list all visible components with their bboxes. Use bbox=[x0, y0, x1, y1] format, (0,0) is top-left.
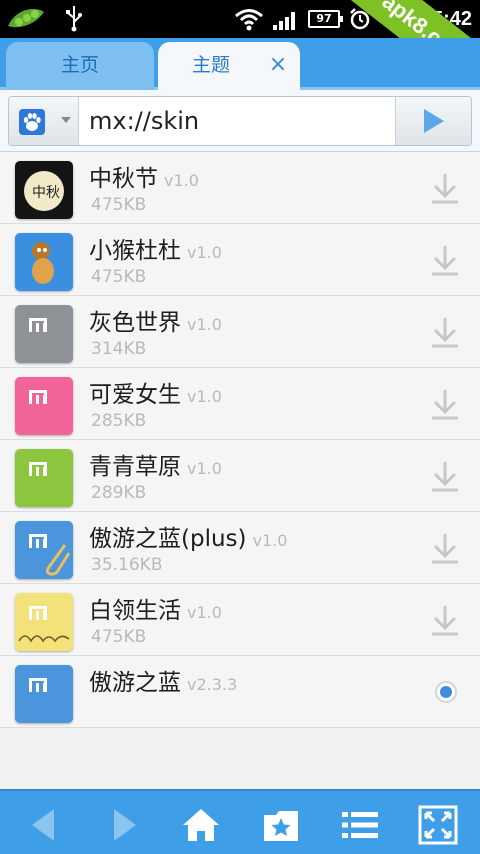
skin-version: v1.0 bbox=[187, 603, 222, 622]
maxthon-logo-icon bbox=[29, 606, 47, 620]
battery-icon: 97 bbox=[307, 10, 343, 28]
svg-text:中秋: 中秋 bbox=[32, 185, 60, 201]
list-item[interactable]: 可爱女生 v1.0 285KB bbox=[0, 368, 480, 440]
skin-thumbnail-yellow bbox=[15, 593, 73, 651]
skin-name: 白领生活 bbox=[89, 598, 181, 624]
list-item[interactable]: 傲游之蓝(plus) v1.0 35.16KB bbox=[0, 512, 480, 584]
wifi-icon bbox=[235, 9, 263, 31]
pea-icon bbox=[8, 8, 44, 28]
skin-version: v1.0 bbox=[187, 315, 222, 334]
home-icon[interactable] bbox=[181, 805, 221, 845]
skin-name: 傲游之蓝(plus) bbox=[89, 526, 247, 552]
skin-version: v1.0 bbox=[187, 387, 222, 406]
forward-icon[interactable] bbox=[104, 805, 144, 845]
skin-name: 中秋节 bbox=[89, 166, 158, 192]
address-bar: mx://skin bbox=[0, 90, 480, 152]
skin-thumbnail-blue bbox=[15, 665, 73, 723]
close-tab-icon[interactable]: × bbox=[266, 42, 290, 88]
skin-thumbnail-blue-plus bbox=[15, 521, 73, 579]
skin-size: 475KB bbox=[91, 195, 147, 215]
skin-name: 小猴杜杜 bbox=[89, 238, 181, 264]
skin-version: v1.0 bbox=[187, 243, 222, 262]
maxthon-logo-icon bbox=[29, 678, 47, 692]
bottom-toolbar bbox=[0, 789, 480, 854]
maxthon-logo-icon bbox=[29, 462, 47, 476]
tab-theme[interactable]: 主题 × bbox=[158, 42, 300, 90]
list-item[interactable]: 小猴杜杜 v1.0 475KB bbox=[0, 224, 480, 296]
skin-list: 中秋 中秋节 v1.0 475KB 小猴杜杜 v1.0 475KB 灰色世界 v1.0… bbox=[0, 152, 480, 728]
chevron-down-icon bbox=[61, 117, 71, 123]
download-icon[interactable] bbox=[430, 604, 460, 640]
list-item[interactable]: 青青草原 v1.0 289KB bbox=[0, 440, 480, 512]
list-item[interactable]: 灰色世界 v1.0 314KB bbox=[0, 296, 480, 368]
signal-icon bbox=[272, 12, 295, 30]
skin-size: 475KB bbox=[91, 267, 147, 287]
skin-thumbnail-gray bbox=[15, 305, 73, 363]
skin-size: 314KB bbox=[91, 339, 147, 359]
skin-thumbnail-green bbox=[15, 449, 73, 507]
skin-size: 35.16KB bbox=[91, 555, 163, 575]
skin-thumbnail-monkey bbox=[15, 233, 73, 291]
tab-home-label: 主页 bbox=[60, 54, 99, 76]
paperclip-icon bbox=[45, 544, 71, 576]
tab-home[interactable]: 主页 bbox=[6, 42, 154, 90]
favorites-icon[interactable] bbox=[261, 805, 301, 845]
tab-bar: 主页 主题 × bbox=[0, 38, 480, 90]
skin-name: 傲游之蓝 bbox=[89, 670, 181, 696]
skin-size: 289KB bbox=[91, 483, 147, 503]
skin-version: v2.3.3 bbox=[187, 675, 238, 694]
skin-version: v1.0 bbox=[252, 531, 288, 550]
status-bar: 97 5:42 apk8.com bbox=[0, 0, 480, 100]
download-icon[interactable] bbox=[430, 388, 460, 424]
maxthon-script-logo bbox=[18, 635, 70, 643]
tab-theme-label: 主题 bbox=[192, 54, 231, 76]
skin-thumbnail-pink bbox=[15, 377, 73, 435]
url-input[interactable]: mx://skin bbox=[89, 97, 199, 145]
go-button[interactable] bbox=[395, 97, 471, 145]
maxthon-logo-icon bbox=[29, 318, 47, 332]
fullscreen-icon[interactable] bbox=[418, 805, 458, 845]
skin-version: v1.0 bbox=[187, 459, 222, 478]
download-icon[interactable] bbox=[430, 316, 460, 352]
skin-name: 青青草原 bbox=[89, 454, 181, 480]
usb-icon bbox=[66, 6, 82, 32]
maxthon-logo-icon bbox=[29, 390, 47, 404]
download-icon[interactable] bbox=[430, 172, 460, 208]
skin-size: 285KB bbox=[91, 411, 147, 431]
search-engine-selector[interactable] bbox=[9, 97, 79, 145]
download-icon[interactable] bbox=[430, 244, 460, 280]
skin-name: 可爱女生 bbox=[89, 382, 181, 408]
list-item[interactable]: 白领生活 v1.0 475KB bbox=[0, 584, 480, 656]
list-item[interactable]: 中秋 中秋节 v1.0 475KB bbox=[0, 152, 480, 224]
list-item[interactable]: 傲游之蓝 v2.3.3 bbox=[0, 656, 480, 728]
download-icon[interactable] bbox=[430, 532, 460, 568]
skin-version: v1.0 bbox=[164, 171, 199, 190]
menu-icon[interactable] bbox=[340, 805, 380, 845]
skin-size: 475KB bbox=[91, 627, 147, 647]
baidu-paw-icon bbox=[19, 109, 45, 135]
skin-name: 灰色世界 bbox=[89, 310, 181, 336]
selected-radio[interactable] bbox=[435, 681, 457, 703]
play-arrow-icon bbox=[424, 109, 444, 133]
skin-thumbnail-moon: 中秋 bbox=[15, 161, 73, 219]
download-icon[interactable] bbox=[430, 460, 460, 496]
back-icon[interactable] bbox=[24, 805, 64, 845]
